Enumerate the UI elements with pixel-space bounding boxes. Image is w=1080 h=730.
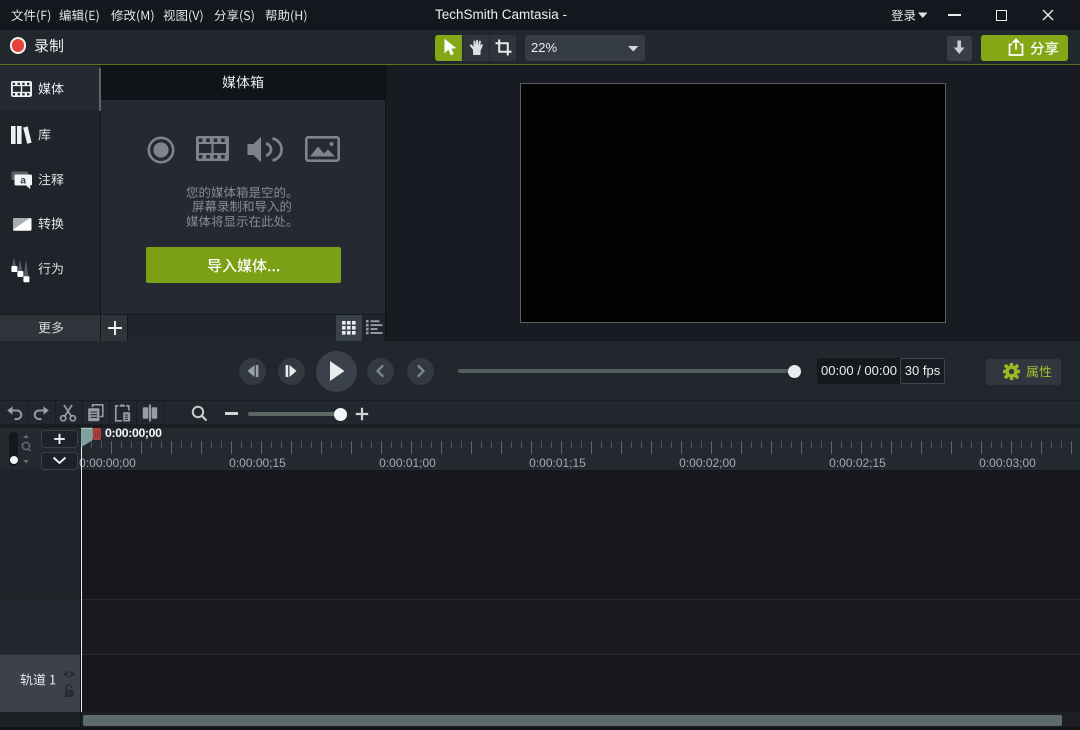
svg-text:a: a (20, 175, 26, 186)
